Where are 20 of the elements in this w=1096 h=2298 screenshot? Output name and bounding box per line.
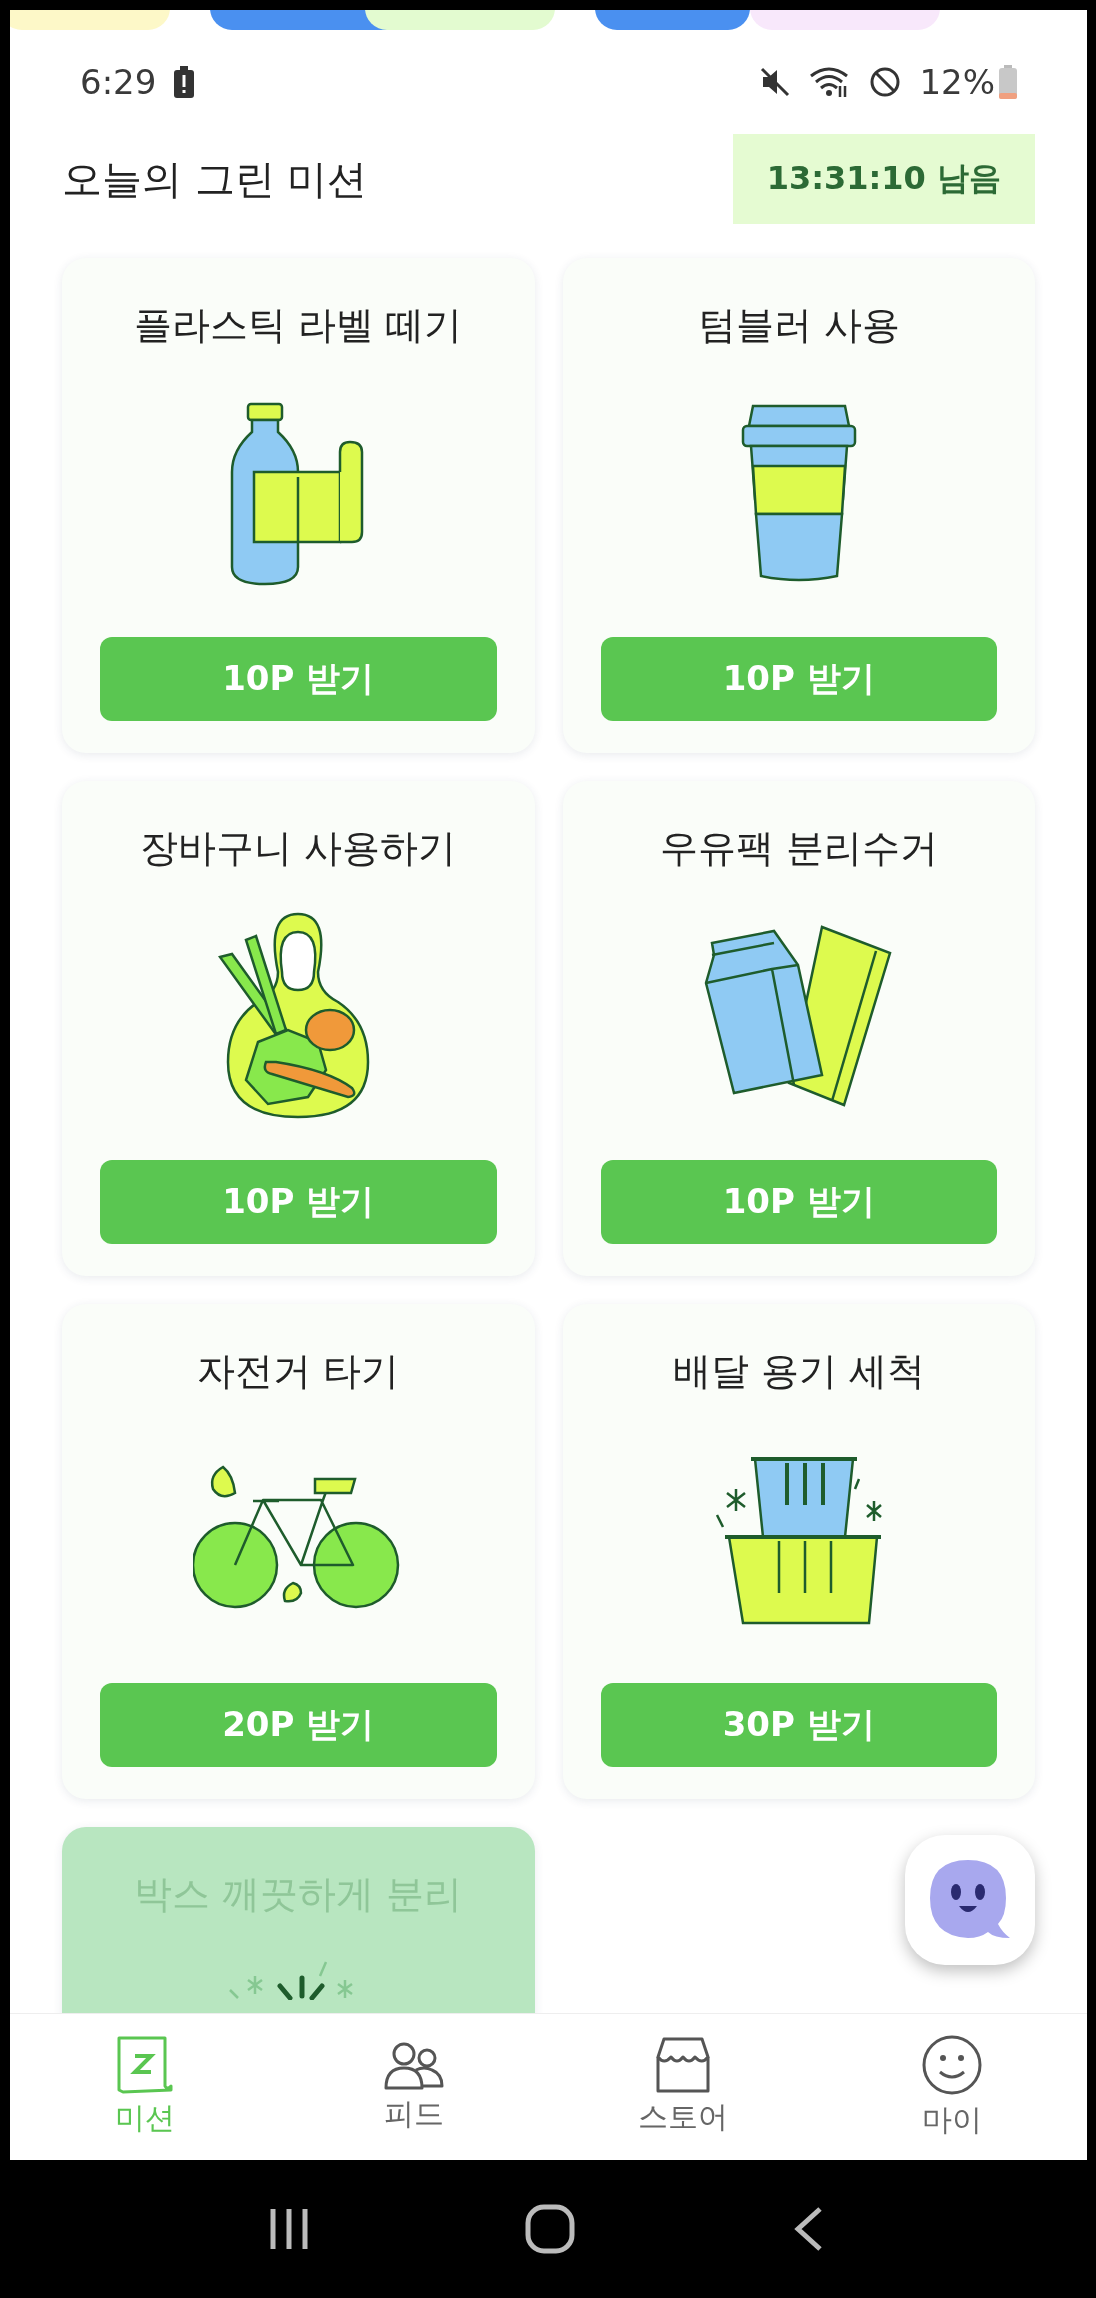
reward-button[interactable]: 20P 받기 [100,1683,497,1767]
mission-title: 배달 용기 세척 [672,1348,925,1395]
nav-tab[interactable]: 마이 [817,2014,1087,2160]
nav-tab[interactable]: 미션 [10,2014,280,2160]
mission-title: 텀블러 사용 [697,302,900,349]
nav-tab[interactable]: 스토어 [548,2014,818,2160]
countdown-timer: 13:31:10 남음 [732,134,1035,224]
page-title: 오늘의 그린 미션 [62,154,368,204]
nav-tab[interactable]: 피드 [279,2014,549,2160]
reward-button[interactable]: 10P 받기 [600,1160,997,1244]
reward-button[interactable]: 10P 받기 [100,637,497,721]
mission-title: 플라스틱 라벨 떼기 [134,302,463,349]
mission-title: 장바구니 사용하기 [140,825,457,872]
reward-button[interactable]: 10P 받기 [100,1160,497,1244]
reward-button[interactable]: 10P 받기 [600,637,997,721]
status-time: 6:29 [80,62,157,102]
mission-title: 우유팩 분리수거 [659,825,938,872]
mission-title: 자전거 타기 [197,1348,400,1395]
battery-percent: 12% [919,62,995,102]
reward-button[interactable]: 30P 받기 [600,1683,997,1767]
